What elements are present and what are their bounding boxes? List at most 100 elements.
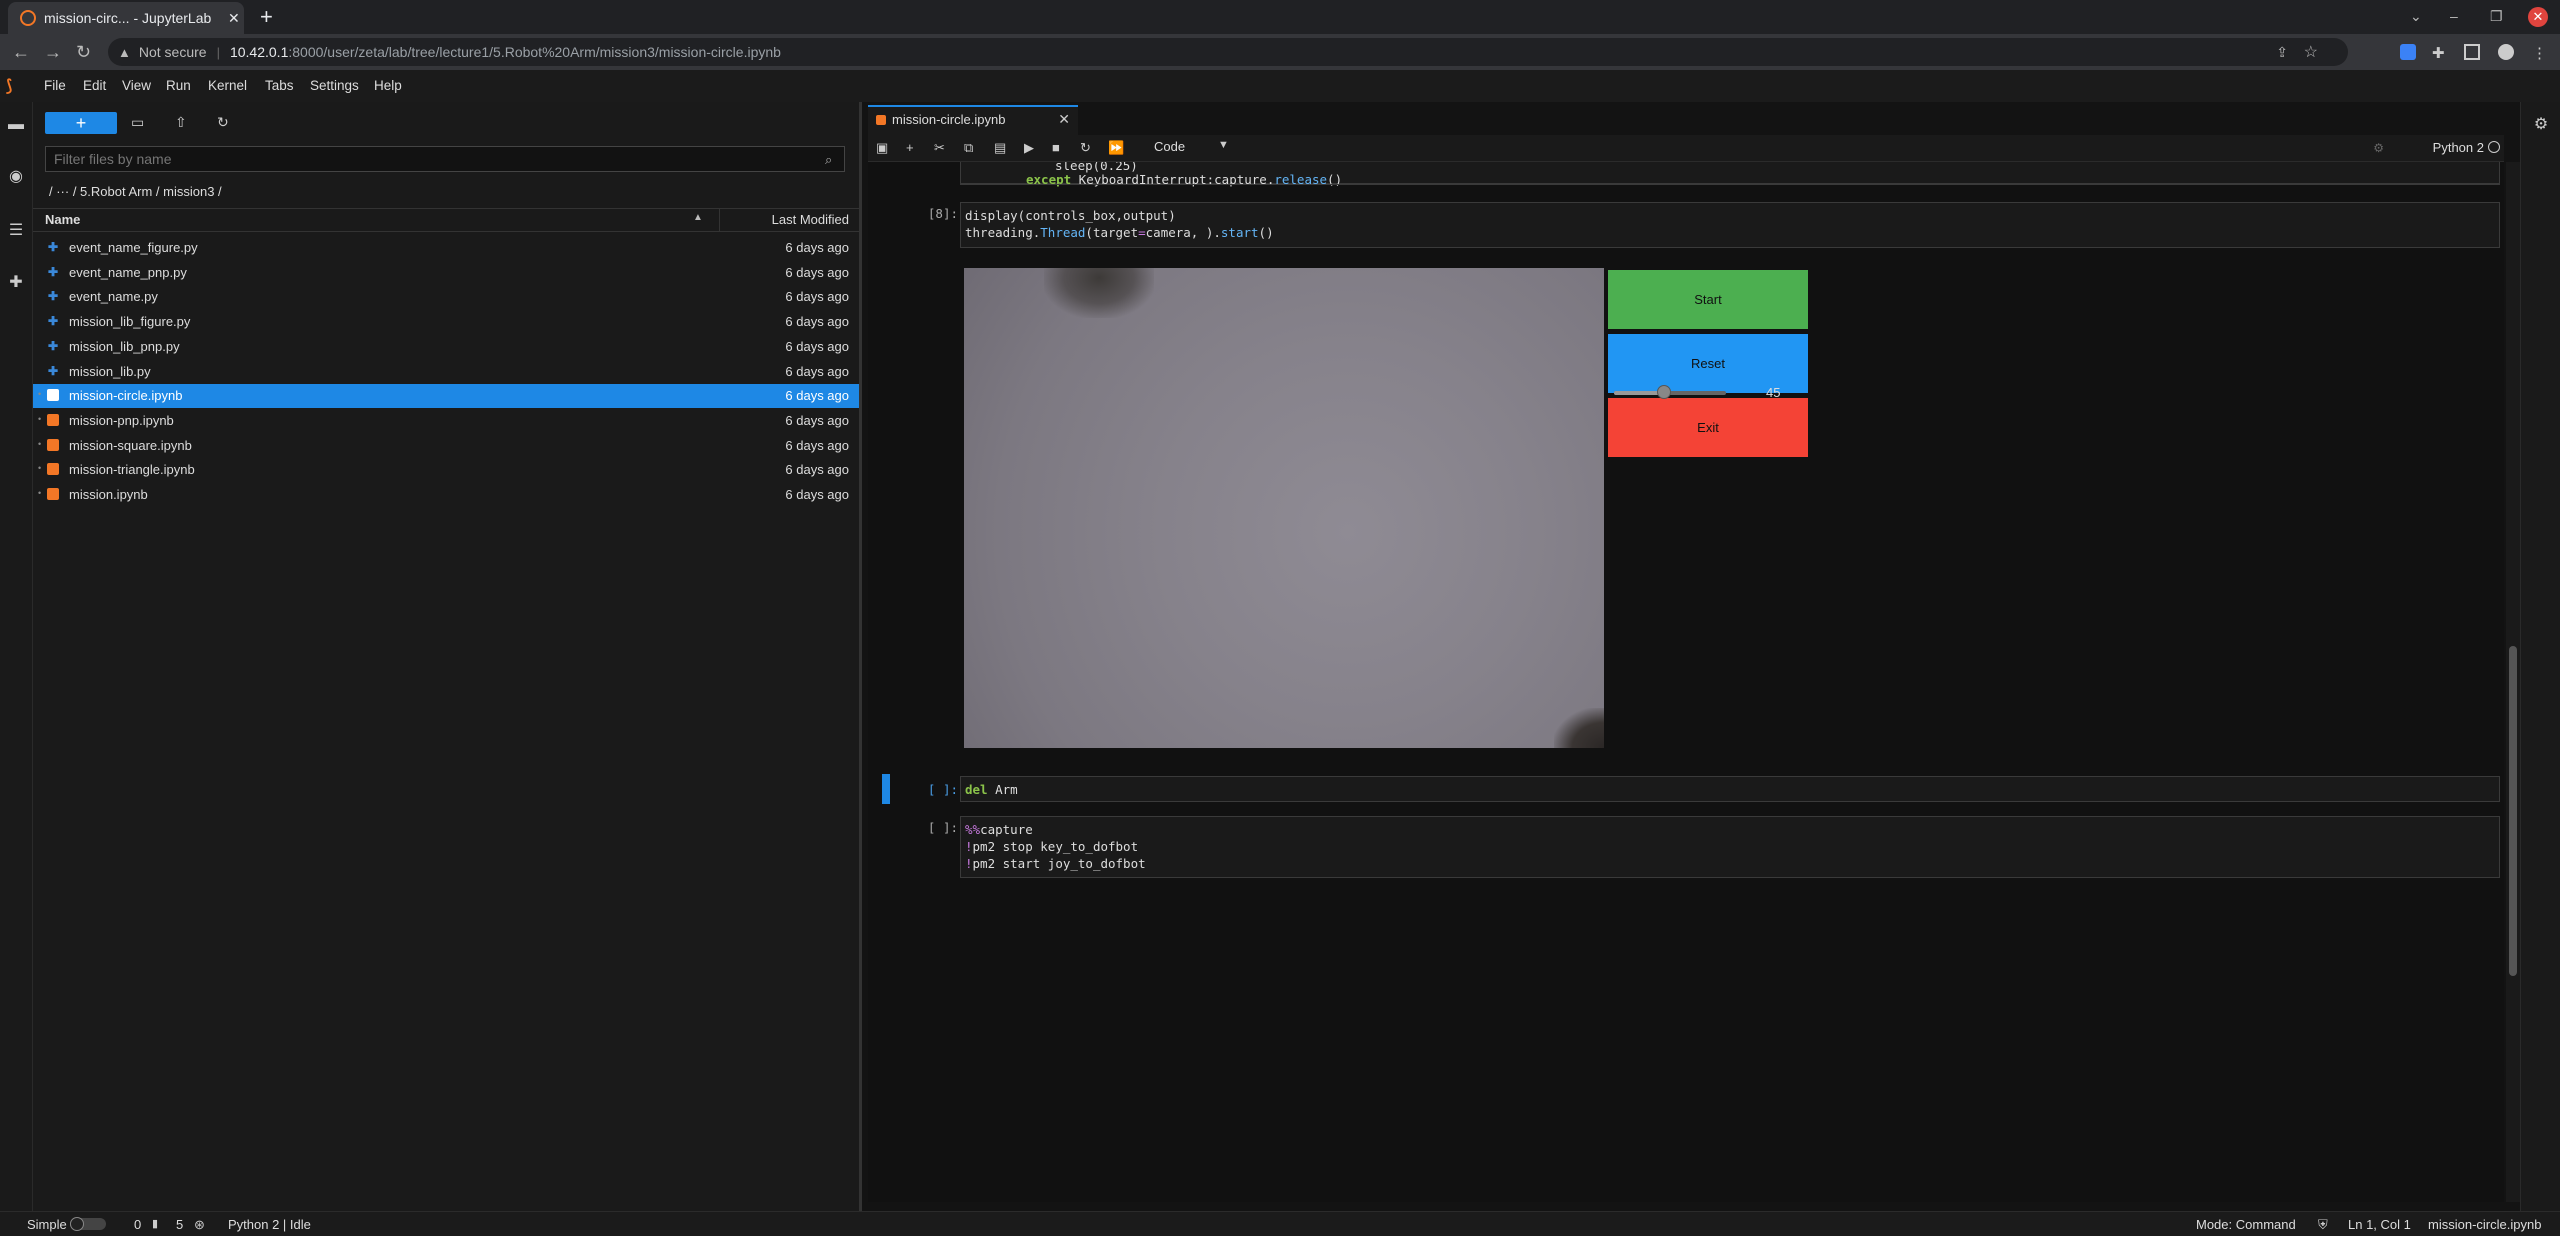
slider-handle[interactable] bbox=[1657, 385, 1672, 399]
back-icon[interactable]: ← bbox=[12, 42, 30, 62]
jupyter-menubar: ⟆ File Edit View Run Kernel Tabs Setting… bbox=[0, 70, 2560, 103]
menu-help[interactable]: Help bbox=[374, 78, 402, 93]
window-close-icon[interactable]: ✕ bbox=[2528, 7, 2548, 27]
file-row[interactable]: • mission-triangle.ipynb 6 days ago bbox=[33, 458, 859, 482]
debugger-icon[interactable]: ⚙ bbox=[2373, 141, 2384, 155]
file-row[interactable]: ✚ event_name_figure.py 6 days ago bbox=[33, 236, 859, 260]
upload-icon[interactable]: ⇧ bbox=[175, 114, 187, 131]
folder-icon[interactable]: ▬ bbox=[7, 116, 25, 134]
cursor-position[interactable]: Ln 1, Col 1 bbox=[2348, 1217, 2411, 1232]
browser-tab[interactable]: mission-circ... - JupyterLab ✕ bbox=[8, 2, 244, 34]
extensions-icon[interactable]: ✚ bbox=[7, 274, 25, 292]
reload-icon[interactable]: ↻ bbox=[76, 42, 91, 62]
search-icon: ⌕ bbox=[825, 152, 833, 167]
code-cell-del[interactable]: del Arm bbox=[960, 776, 2500, 802]
close-tab-icon[interactable]: ✕ bbox=[228, 10, 240, 27]
property-inspector-icon[interactable]: ⚙ bbox=[2532, 116, 2550, 134]
cell-type-select[interactable]: Code bbox=[1154, 139, 1185, 154]
file-list-header: Name ▲ Last Modified bbox=[33, 208, 859, 232]
new-launcher-button[interactable]: + bbox=[45, 112, 117, 134]
running-kernels-icon[interactable]: ◉ bbox=[7, 168, 25, 186]
menu-run[interactable]: Run bbox=[166, 78, 191, 93]
file-row[interactable]: • mission.ipynb 6 days ago bbox=[33, 483, 859, 507]
forward-icon[interactable]: → bbox=[44, 42, 62, 62]
paste-icon[interactable]: ▤ bbox=[994, 140, 1006, 156]
scrollbar-thumb[interactable] bbox=[2509, 646, 2517, 976]
code-text: camera, ). bbox=[1145, 225, 1221, 240]
extensions-puzzle-icon[interactable]: ✚ bbox=[2432, 44, 2448, 62]
start-button[interactable]: Start bbox=[1608, 270, 1808, 329]
menu-tabs[interactable]: Tabs bbox=[265, 78, 294, 93]
address-bar[interactable]: ▲ Not secure | 10.42.0.1:8000/user/zeta/… bbox=[108, 38, 2348, 66]
python-file-icon: ✚ bbox=[47, 289, 59, 304]
maximize-icon[interactable]: ❐ bbox=[2490, 8, 2503, 25]
extension-shield-icon[interactable] bbox=[2400, 44, 2416, 60]
insert-cell-icon[interactable]: + bbox=[906, 140, 914, 155]
menu-kernel[interactable]: Kernel bbox=[208, 78, 247, 93]
new-tab-button[interactable]: + bbox=[260, 6, 273, 28]
file-modified: 6 days ago bbox=[785, 338, 849, 354]
share-icon[interactable]: ⇪ bbox=[2276, 44, 2288, 61]
python-file-icon: ✚ bbox=[47, 264, 59, 279]
slider-track[interactable] bbox=[1614, 385, 1726, 399]
file-name: mission-pnp.ipynb bbox=[69, 412, 174, 428]
file-row[interactable]: ✚ mission_lib_figure.py 6 days ago bbox=[33, 310, 859, 334]
save-icon[interactable]: ▣ bbox=[876, 140, 888, 156]
file-row[interactable]: • mission-circle.ipynb 6 days ago bbox=[33, 384, 859, 409]
close-icon[interactable]: ✕ bbox=[1058, 111, 1070, 128]
chrome-menu-icon[interactable]: ⋮ bbox=[2532, 44, 2548, 62]
copy-icon[interactable]: ⧉ bbox=[964, 140, 973, 156]
table-of-contents-icon[interactable]: ☰ bbox=[7, 222, 25, 240]
bookmark-star-icon[interactable]: ☆ bbox=[2304, 42, 2318, 62]
minimize-icon[interactable]: – bbox=[2450, 8, 2458, 24]
file-row[interactable]: • mission-square.ipynb 6 days ago bbox=[33, 434, 859, 458]
notebook-icon bbox=[47, 463, 59, 476]
stop-icon[interactable]: ■ bbox=[1052, 140, 1060, 155]
run-all-icon[interactable]: ⏩ bbox=[1108, 140, 1124, 156]
cell-prompt: [ ]: bbox=[927, 820, 958, 835]
run-icon[interactable]: ▶ bbox=[1024, 140, 1034, 156]
file-row[interactable]: ✚ event_name_pnp.py 6 days ago bbox=[33, 261, 859, 285]
simple-mode-toggle[interactable] bbox=[70, 1217, 106, 1231]
breadcrumb[interactable]: / ··· / 5.Robot Arm / mission3 / bbox=[49, 184, 222, 199]
file-status-dot: • bbox=[38, 413, 42, 424]
exit-button[interactable]: Exit bbox=[1608, 398, 1808, 457]
sort-ascending-icon[interactable]: ▲ bbox=[693, 212, 703, 223]
file-row[interactable]: • mission-pnp.ipynb 6 days ago bbox=[33, 409, 859, 433]
file-row[interactable]: ✚ mission_lib_pnp.py 6 days ago bbox=[33, 335, 859, 359]
new-folder-icon[interactable]: ▭ bbox=[131, 114, 144, 131]
filter-files-input[interactable] bbox=[45, 146, 845, 172]
terminal-icon: ▮ bbox=[152, 1218, 159, 1230]
kernels-count: 5 bbox=[176, 1217, 184, 1232]
restart-icon[interactable]: ↻ bbox=[1080, 140, 1091, 156]
menu-edit[interactable]: Edit bbox=[83, 78, 106, 93]
kernel-name[interactable]: Python 2 bbox=[2433, 140, 2484, 155]
browser-navbar: ← → ↻ ▲ Not secure | 10.42.0.1:8000/user… bbox=[0, 34, 2560, 70]
toggle-knob bbox=[70, 1217, 84, 1231]
kernel-status[interactable]: Python 2 | Idle bbox=[228, 1217, 311, 1232]
menu-file[interactable]: File bbox=[44, 78, 66, 93]
browser-tabbar: mission-circ... - JupyterLab ✕ + ⌄ – ❐ ✕ bbox=[0, 0, 2560, 34]
column-last-modified[interactable]: Last Modified bbox=[772, 212, 849, 227]
file-row[interactable]: ✚ event_name.py 6 days ago bbox=[33, 285, 859, 309]
code-text: threading. bbox=[965, 225, 1041, 240]
code-cell-capture[interactable]: %%capture !pm2 stop key_to_dofbot !pm2 s… bbox=[960, 816, 2500, 878]
tab-mission-circle[interactable]: mission-circle.ipynb ✕ bbox=[868, 105, 1078, 135]
tab-search-icon[interactable]: ⌄ bbox=[2410, 8, 2422, 25]
refresh-icon[interactable]: ↻ bbox=[217, 114, 229, 131]
file-name: mission_lib_figure.py bbox=[69, 314, 191, 330]
file-row[interactable]: ✚ mission_lib.py 6 days ago bbox=[33, 360, 859, 384]
code-cell-display[interactable]: display(controls_box,output) threading.T… bbox=[960, 202, 2500, 248]
profile-avatar-icon[interactable] bbox=[2498, 44, 2514, 60]
scrollbar[interactable] bbox=[2506, 162, 2520, 1202]
url-host: 10.42.0.1 bbox=[229, 44, 289, 60]
code-text: capture bbox=[980, 822, 1033, 837]
cut-icon[interactable]: ✂ bbox=[934, 140, 945, 156]
notebook-icon bbox=[47, 438, 59, 451]
menu-view[interactable]: View bbox=[122, 78, 151, 93]
menu-settings[interactable]: Settings bbox=[310, 78, 359, 93]
sidepanel-icon[interactable] bbox=[2464, 44, 2480, 60]
file-modified: 6 days ago bbox=[785, 314, 849, 330]
chevron-down-icon[interactable]: ▼ bbox=[1218, 139, 1229, 151]
column-name[interactable]: Name bbox=[45, 212, 80, 227]
